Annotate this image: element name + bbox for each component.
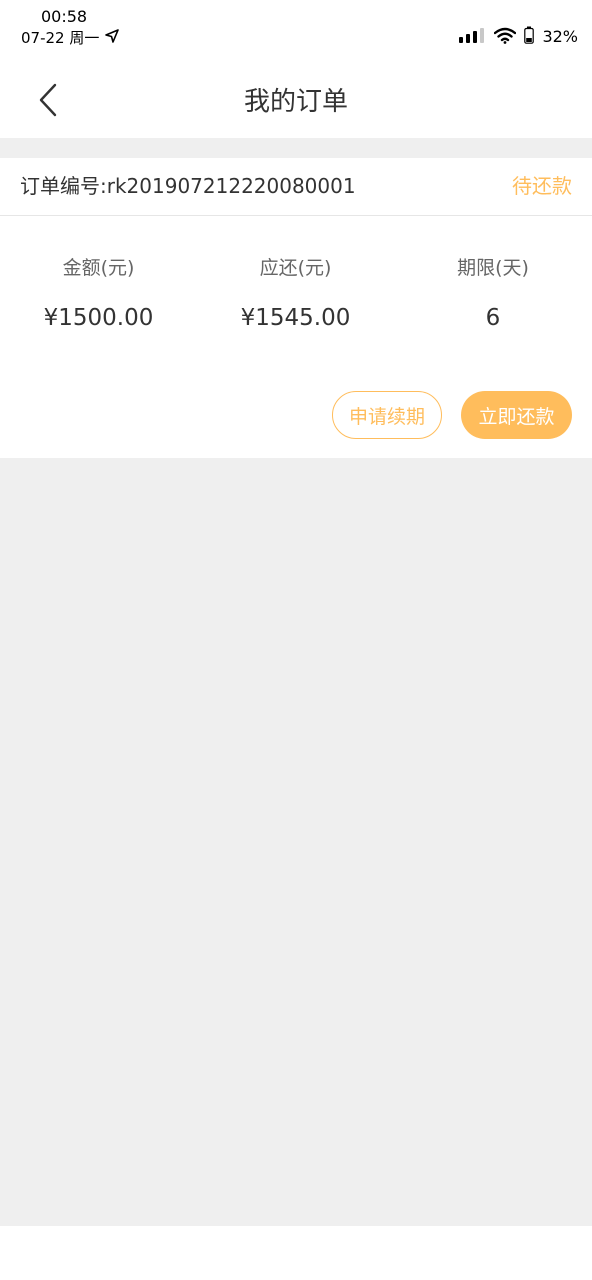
term-column: 期限(天) 6 [394, 256, 592, 332]
order-number: 订单编号:rk201907212220080001 [20, 174, 356, 198]
nav-bar: 我的订单 [0, 64, 592, 138]
renew-button[interactable]: 申请续期 [332, 391, 442, 439]
status-date-row: 07-22 周一 [21, 29, 120, 47]
page-title: 我的订单 [243, 87, 348, 117]
signal-icon [458, 27, 486, 47]
bottom-area [0, 1226, 592, 1280]
amount-label: 金额(元) [62, 257, 135, 279]
location-arrow-icon [105, 29, 120, 47]
due-label: 应还(元) [259, 257, 332, 279]
empty-content-area [0, 458, 592, 1226]
battery-percent: 32% [542, 27, 578, 46]
due-column: 应还(元) ¥1545.00 [197, 256, 394, 332]
order-info-row: 金额(元) ¥1500.00 应还(元) ¥1545.00 期限(天) 6 [0, 256, 592, 332]
battery-icon [524, 26, 535, 48]
due-value: ¥1545.00 [240, 305, 351, 331]
repay-now-button[interactable]: 立即还款 [461, 391, 572, 439]
order-header: 订单编号:rk201907212220080001 待还款 [0, 158, 592, 216]
status-time: 00:58 [41, 7, 88, 26]
amount-value: ¥1500.00 [43, 305, 154, 331]
section-divider [0, 138, 592, 158]
term-value: 6 [485, 305, 501, 331]
status-icons: 32% [458, 26, 578, 48]
status-bar: 00:58 07-22 周一 32% [0, 0, 592, 64]
term-label: 期限(天) [457, 257, 529, 279]
wifi-icon [494, 27, 517, 48]
amount-column: 金额(元) ¥1500.00 [0, 256, 197, 332]
order-status-badge: 待还款 [512, 174, 572, 198]
status-date: 07-22 周一 [21, 29, 100, 47]
order-card[interactable]: 订单编号:rk201907212220080001 待还款 金额(元) ¥150… [0, 158, 592, 458]
